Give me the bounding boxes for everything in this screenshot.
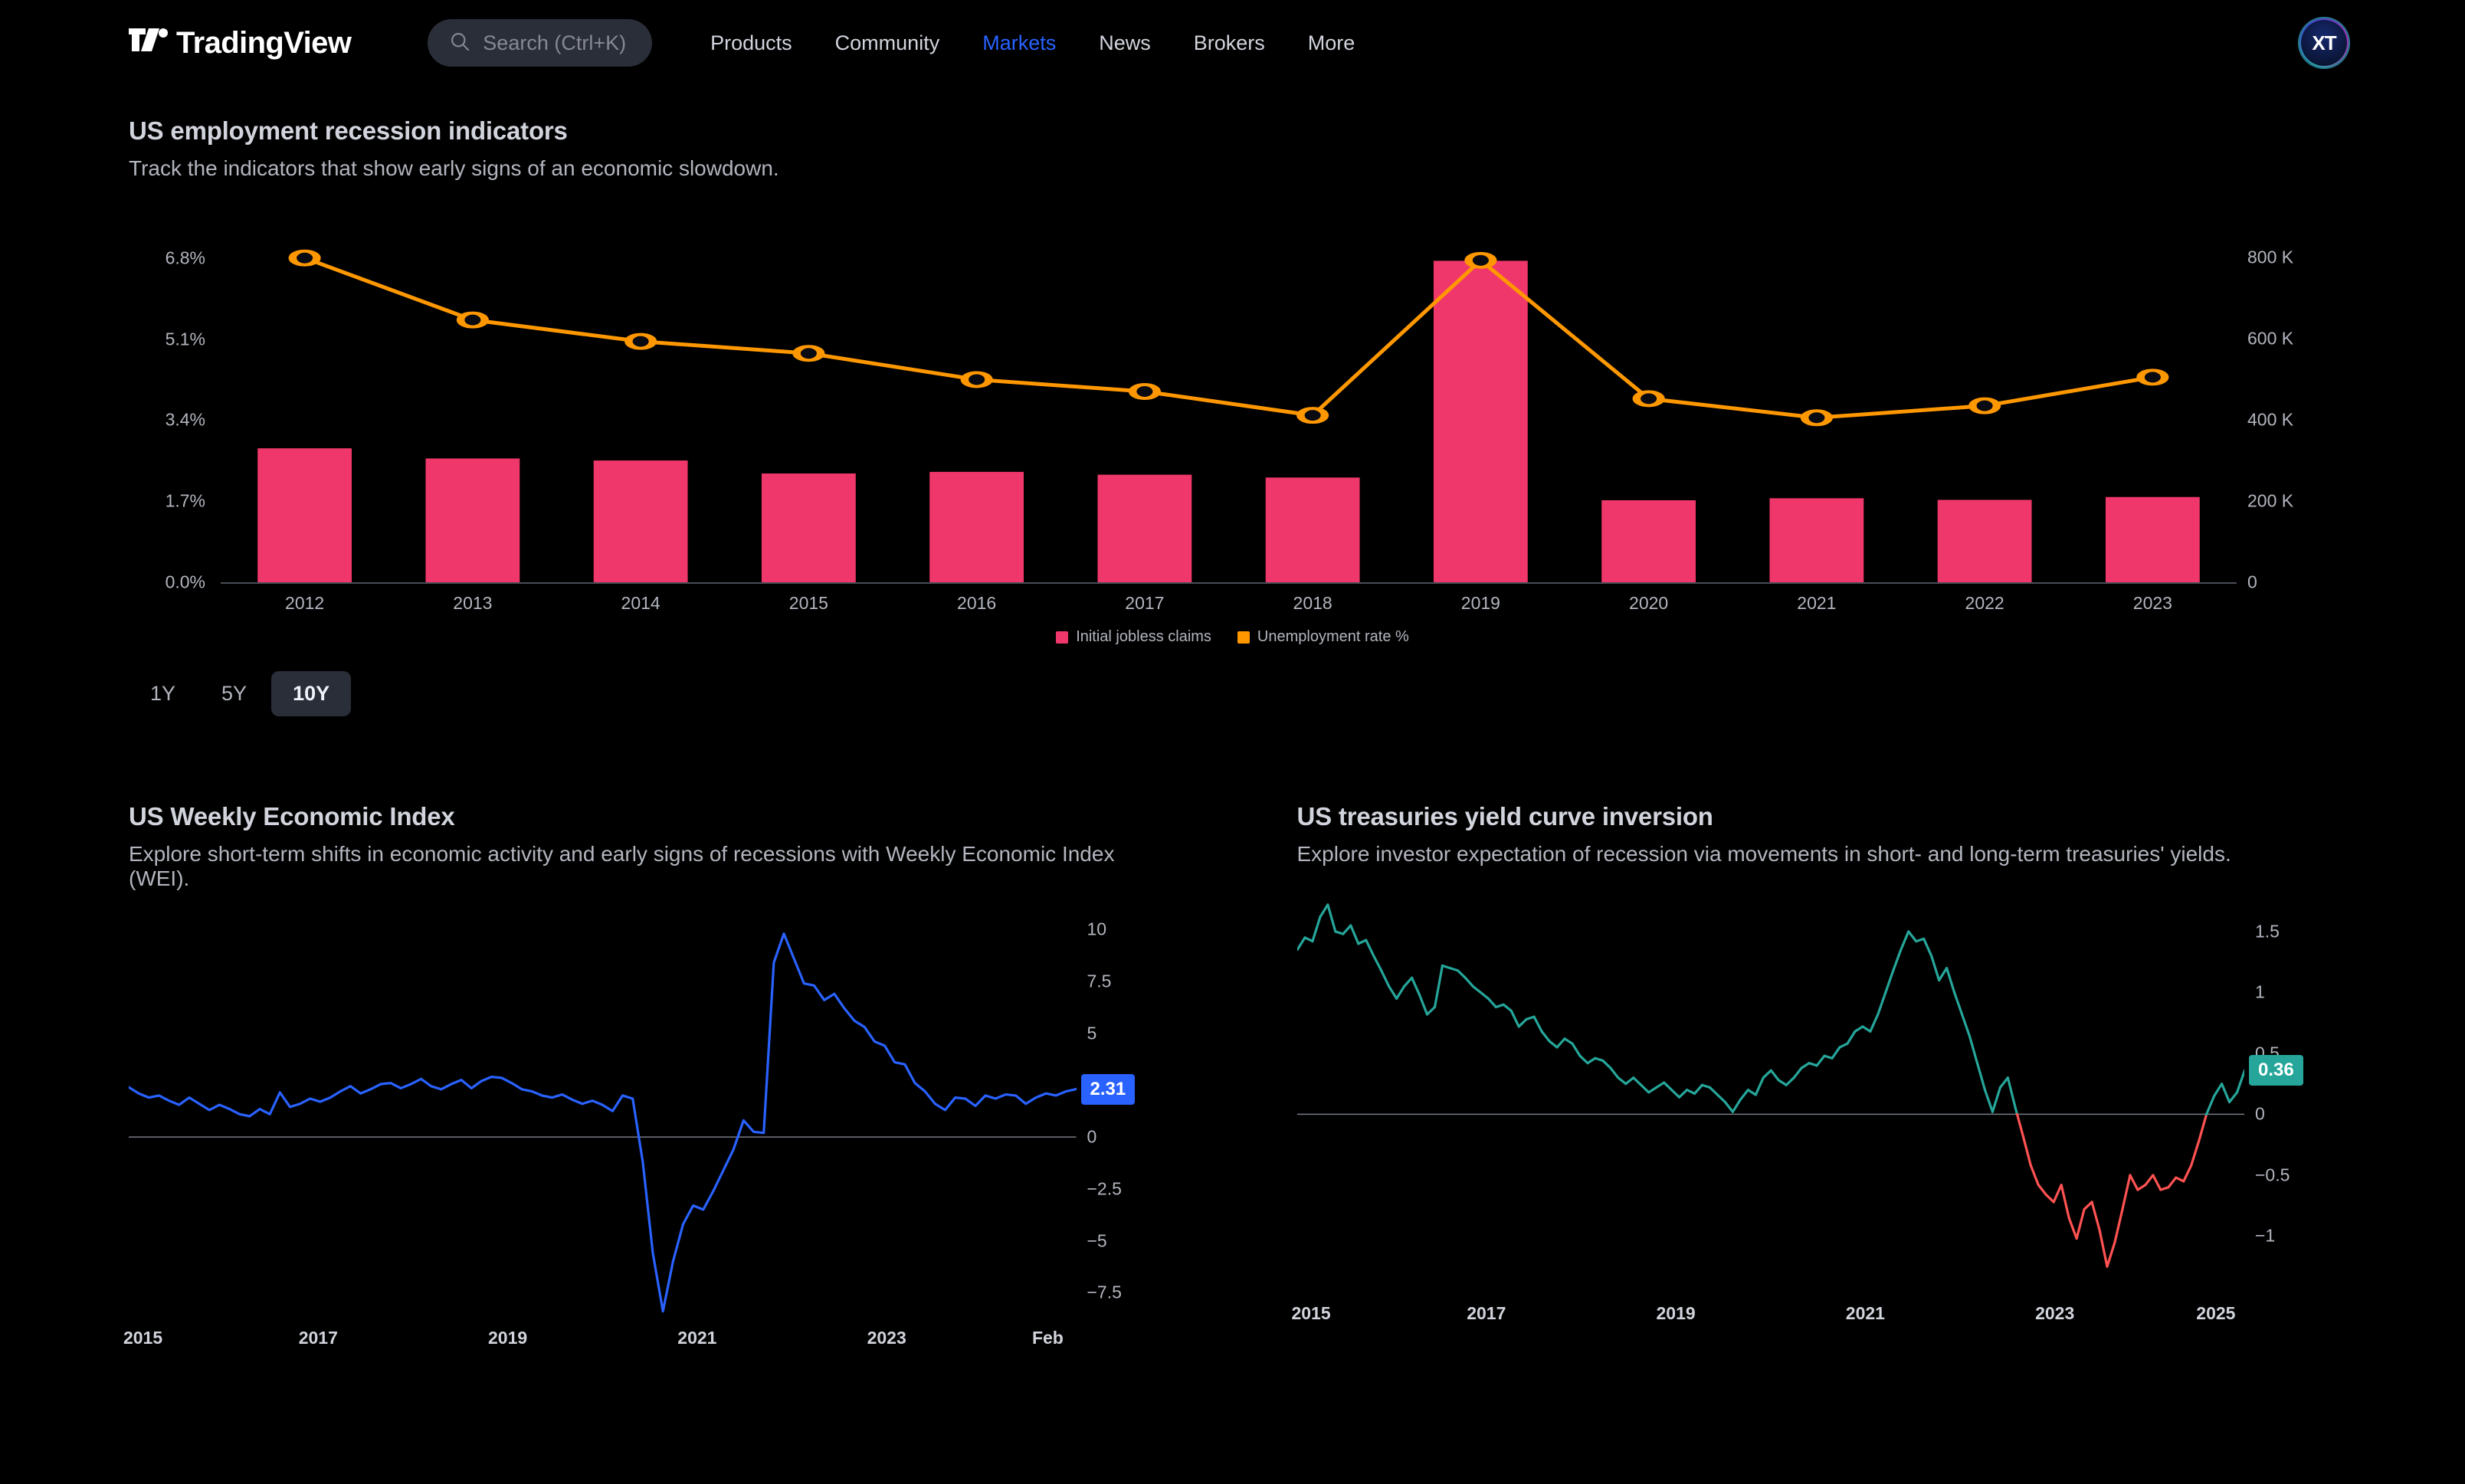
tradingview-logo[interactable]: TradingView bbox=[129, 26, 351, 61]
y-axis-left: 0.0% 1.7% 3.4% 5.1% 6.8% bbox=[129, 201, 213, 599]
range-button-10y[interactable]: 10Y bbox=[271, 671, 351, 716]
x-tick-label: 2017 bbox=[299, 1328, 338, 1348]
x-tick-label: 2023 bbox=[2035, 1303, 2074, 1324]
legend-label: Initial jobless claims bbox=[1076, 628, 1211, 646]
x-tick-label: 2015 bbox=[789, 593, 828, 614]
site-header: TradingView Search (Ctrl+K) Products Com… bbox=[0, 0, 2465, 86]
main-chart-plot-area bbox=[221, 201, 2237, 599]
yield-curve-chart: 1.510.50−0.5−10.36 bbox=[1297, 893, 2337, 1291]
y-tick-right: 200 K bbox=[2247, 491, 2293, 512]
y-tick-left: 6.8% bbox=[166, 247, 205, 268]
y-tick-left: 3.4% bbox=[166, 410, 205, 431]
chart-legend: Initial jobless claims Unemployment rate … bbox=[129, 628, 2336, 646]
last-value-badge: 0.36 bbox=[2249, 1055, 2303, 1086]
wei-panel: US Weekly Economic Index Explore short-t… bbox=[129, 802, 1233, 1358]
x-tick-label: 2018 bbox=[1293, 593, 1332, 614]
y-tick-right: 400 K bbox=[2247, 410, 2293, 431]
range-toggle-group: 1Y 5Y 10Y bbox=[0, 671, 2465, 716]
search-placeholder: Search (Ctrl+K) bbox=[483, 31, 626, 55]
yield-curve-y-axis: 1.510.50−0.5−10.36 bbox=[2244, 893, 2336, 1291]
wei-plot-area bbox=[129, 917, 1077, 1315]
x-tick-label: 2013 bbox=[453, 593, 492, 614]
x-axis-labels: 2012 2013 2014 2015 2016 2017 2018 2019 2020 2021… bbox=[221, 593, 2237, 624]
x-axis-baseline bbox=[221, 582, 2237, 584]
y-tick-left: 5.1% bbox=[166, 329, 205, 349]
range-button-5y[interactable]: 5Y bbox=[200, 671, 268, 716]
yield-curve-subtitle: Explore investor expectation of recessio… bbox=[1297, 842, 2337, 866]
x-tick-label: 2016 bbox=[957, 593, 996, 614]
y-tick-label: −2.5 bbox=[1087, 1178, 1122, 1199]
x-tick-label: 2017 bbox=[1125, 593, 1164, 614]
main-chart: 0.0% 1.7% 3.4% 5.1% 6.8% 0 200 K 400 K 600 K 800… bbox=[129, 201, 2336, 630]
x-tick-label: 2019 bbox=[1657, 1303, 1696, 1324]
wei-y-axis: 10 7.5 5 0 −2.5 −5 −7.5 2.31 bbox=[1077, 917, 1169, 1315]
x-tick-label: 2020 bbox=[1629, 593, 1668, 614]
x-tick-label: 2025 bbox=[2196, 1303, 2235, 1324]
nav-item-community[interactable]: Community bbox=[814, 31, 962, 55]
y-tick-label: 1 bbox=[2255, 982, 2265, 1003]
legend-swatch bbox=[1237, 631, 1250, 644]
y-tick-label: 0 bbox=[2255, 1104, 2265, 1125]
wei-x-axis-labels: 20152017201920212023Feb bbox=[129, 1328, 1077, 1358]
search-input[interactable]: Search (Ctrl+K) bbox=[428, 19, 652, 67]
x-tick-label: 2023 bbox=[867, 1328, 906, 1348]
tradingview-logo-text: TradingView bbox=[176, 26, 351, 61]
nav-item-news[interactable]: News bbox=[1077, 31, 1172, 55]
nav-item-products[interactable]: Products bbox=[689, 31, 814, 55]
y-tick-right: 800 K bbox=[2247, 247, 2293, 268]
y-tick-left: 0.0% bbox=[166, 572, 205, 593]
wei-title: US Weekly Economic Index bbox=[129, 802, 1169, 831]
search-icon bbox=[449, 31, 470, 56]
y-tick-label: 0 bbox=[1087, 1127, 1097, 1148]
avatar[interactable]: XT bbox=[2299, 18, 2349, 67]
x-tick-label: 2014 bbox=[621, 593, 661, 614]
y-tick-label: −7.5 bbox=[1087, 1283, 1122, 1303]
legend-item[interactable]: Unemployment rate % bbox=[1237, 628, 1409, 646]
nav-item-more[interactable]: More bbox=[1287, 31, 1377, 55]
bottom-charts-row: US Weekly Economic Index Explore short-t… bbox=[0, 802, 2465, 1358]
yield-curve-x-axis-labels: 201520172019202120232025 bbox=[1297, 1303, 2245, 1334]
x-tick-label: 2022 bbox=[1965, 593, 2004, 614]
main-navigation: Products Community Markets News Brokers … bbox=[689, 31, 1376, 55]
x-tick-label: 2023 bbox=[2133, 593, 2172, 614]
page-title: US employment recession indicators bbox=[129, 116, 2336, 146]
wei-chart: 10 7.5 5 0 −2.5 −5 −7.5 2.31 bbox=[129, 917, 1169, 1315]
x-tick-label: 2012 bbox=[285, 593, 324, 614]
avatar-initials: XT bbox=[2301, 20, 2347, 66]
y-tick-label: 5 bbox=[1087, 1023, 1097, 1043]
y-tick-label: 7.5 bbox=[1087, 971, 1112, 991]
tradingview-logo-icon bbox=[129, 28, 169, 58]
yield-curve-title: US treasuries yield curve inversion bbox=[1297, 802, 2337, 831]
wei-subtitle: Explore short-term shifts in economic ac… bbox=[129, 842, 1169, 891]
x-tick-label: 2021 bbox=[677, 1328, 716, 1348]
y-tick-label: 10 bbox=[1087, 919, 1107, 940]
x-tick-label: Feb bbox=[1032, 1328, 1064, 1348]
x-tick-label: 2019 bbox=[1461, 593, 1500, 614]
x-tick-label: 2015 bbox=[123, 1328, 162, 1348]
yield-curve-plot-area bbox=[1297, 893, 2245, 1291]
nav-item-brokers[interactable]: Brokers bbox=[1172, 31, 1287, 55]
nav-item-markets[interactable]: Markets bbox=[961, 31, 1077, 55]
y-tick-label: −5 bbox=[1087, 1230, 1107, 1251]
x-tick-label: 2021 bbox=[1797, 593, 1836, 614]
y-tick-right: 600 K bbox=[2247, 329, 2293, 349]
y-tick-label: −1 bbox=[2255, 1226, 2275, 1246]
page-subtitle: Track the indicators that show early sig… bbox=[129, 156, 2336, 181]
range-button-1y[interactable]: 1Y bbox=[129, 671, 197, 716]
legend-item[interactable]: Initial jobless claims bbox=[1056, 628, 1211, 646]
y-tick-label: 1.5 bbox=[2255, 921, 2280, 942]
x-tick-label: 2015 bbox=[1291, 1303, 1330, 1324]
y-axis-right: 0 200 K 400 K 600 K 800 K bbox=[2237, 201, 2336, 599]
employment-indicators-panel: US employment recession indicators Track… bbox=[0, 86, 2465, 630]
y-tick-label: −0.5 bbox=[2255, 1165, 2290, 1185]
x-tick-label: 2017 bbox=[1467, 1303, 1506, 1324]
y-tick-right: 0 bbox=[2247, 572, 2257, 593]
legend-label: Unemployment rate % bbox=[1257, 628, 1409, 646]
x-tick-label: 2021 bbox=[1846, 1303, 1885, 1324]
x-tick-label: 2019 bbox=[488, 1328, 527, 1348]
yield-curve-panel: US treasuries yield curve inversion Expl… bbox=[1233, 802, 2337, 1358]
y-tick-left: 1.7% bbox=[166, 491, 205, 512]
last-value-badge: 2.31 bbox=[1081, 1074, 1136, 1105]
legend-swatch bbox=[1056, 631, 1068, 644]
